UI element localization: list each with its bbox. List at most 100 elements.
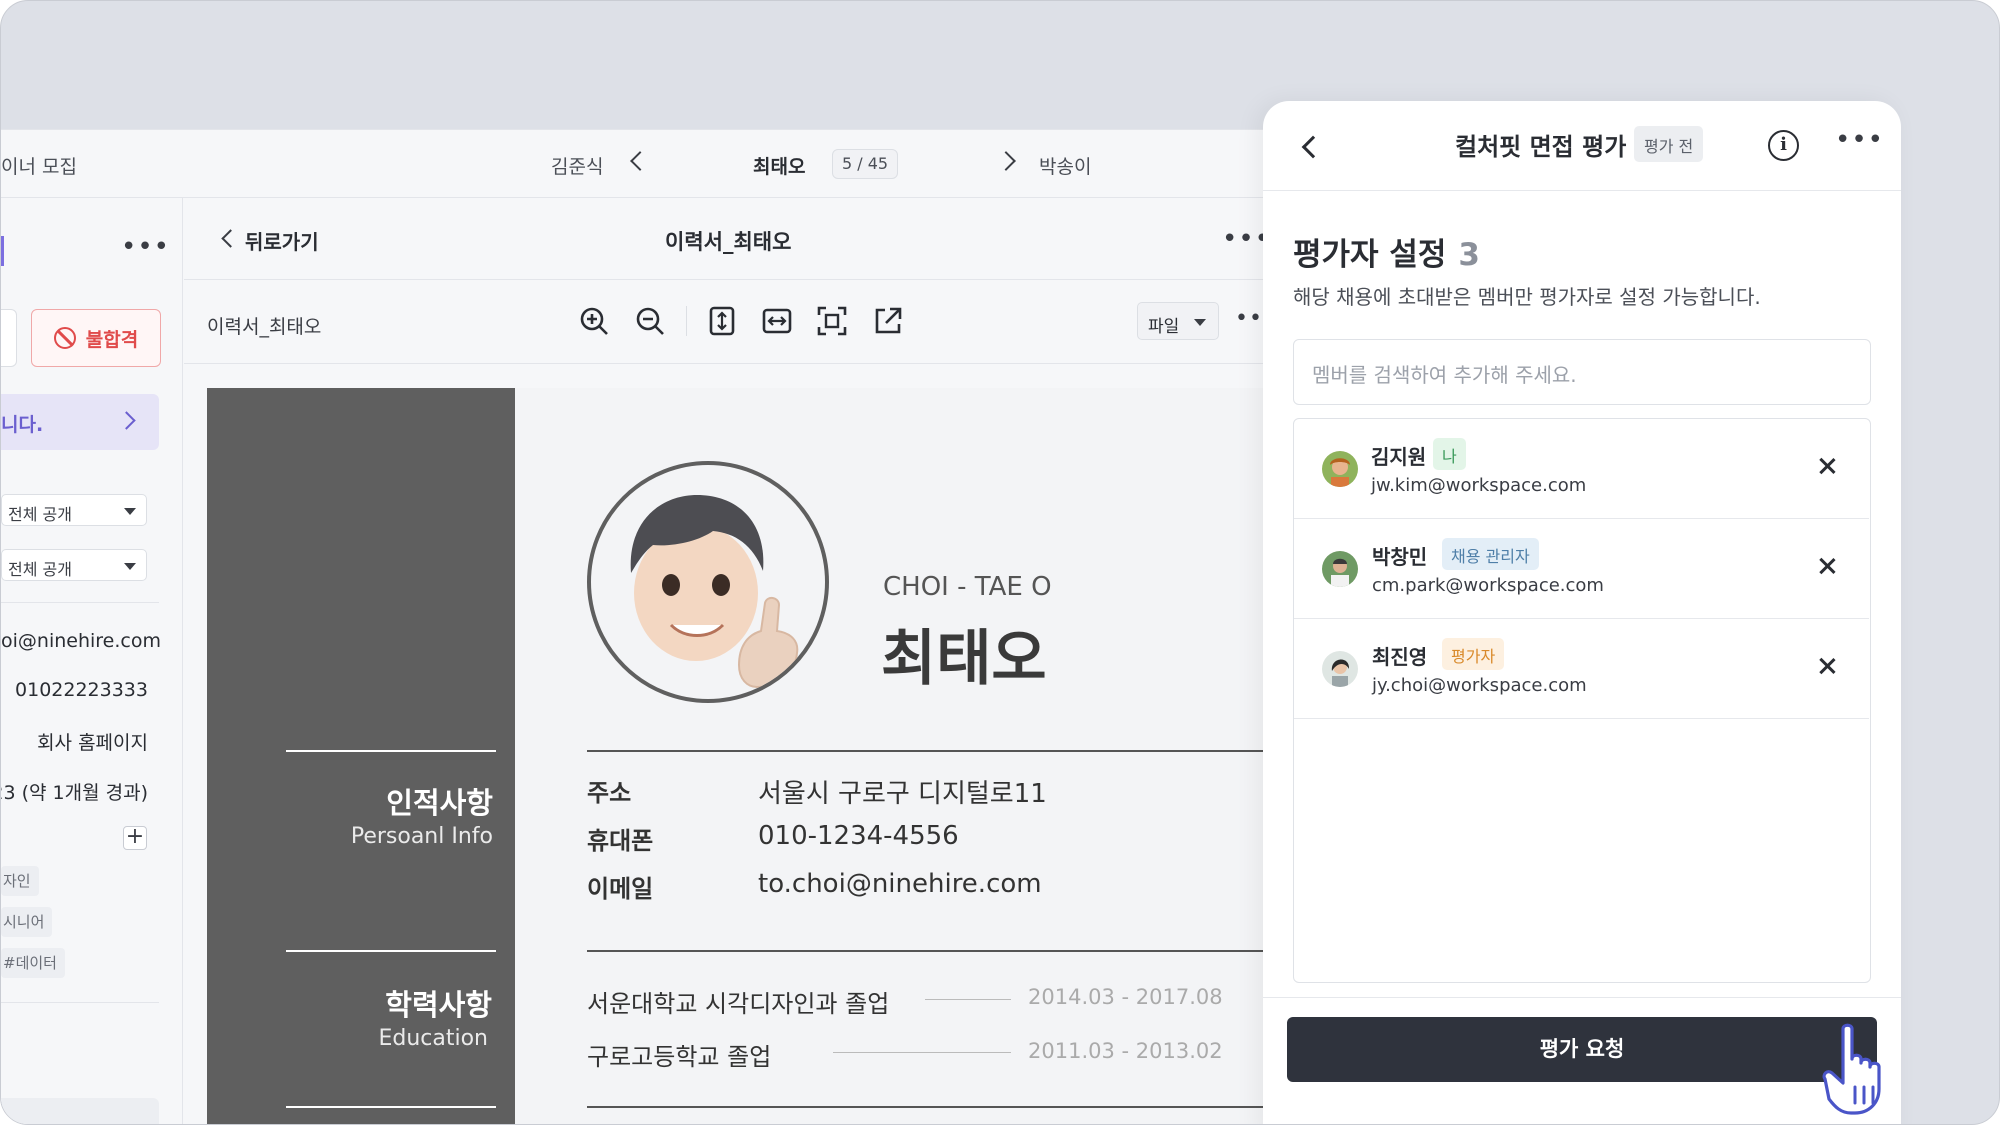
chevron-left-icon[interactable]: [221, 229, 240, 248]
visibility-select-2[interactable]: 전체 공개: [1, 549, 147, 581]
sidebar-footer: [1, 1098, 159, 1124]
applicant-app: 이너 모집 김준식 최태오 5 / 45 박송이 ••• 불합격 니다. 전체 …: [0, 129, 1276, 1124]
prev-applicant-name[interactable]: 김준식: [551, 152, 603, 179]
job-posting-title[interactable]: 이너 모집: [1, 152, 77, 179]
tag-chip[interactable]: 자인: [1, 866, 39, 896]
remove-member-button[interactable]: [1817, 656, 1837, 676]
chevron-left-icon[interactable]: [630, 151, 650, 171]
evaluation-panel: 컬처핏 면접 평가 평가 전 i ••• 평가자 설정 3 해당 채용에 초대받은…: [1263, 101, 1901, 1124]
member-name: 김지원: [1371, 445, 1427, 469]
homepage-link[interactable]: 회사 홈페이지: [37, 728, 148, 755]
tag-chip[interactable]: #데이터: [1, 948, 65, 978]
info-icon[interactable]: i: [1768, 130, 1799, 161]
more-icon[interactable]: •••: [1835, 127, 1884, 153]
back-icon[interactable]: [1301, 135, 1325, 159]
reject-label: 불합격: [85, 328, 139, 351]
divider: [587, 950, 1269, 952]
applied-date: 23 (약 1개월 경과): [0, 782, 148, 804]
request-evaluation-button[interactable]: 평가 요청: [1287, 1017, 1877, 1082]
name-korean: 최태오: [881, 624, 1047, 694]
memoji-avatar-icon: [630, 495, 799, 689]
section-description: 해당 채용에 초대받은 멤버만 평가자로 설정 가능합니다.: [1293, 285, 1761, 309]
document-title: 이력서_최태오: [665, 230, 792, 254]
divider: [1, 1002, 159, 1003]
education-period: 2014.03 - 2017.08: [1028, 985, 1223, 1009]
zoom-out-icon[interactable]: [633, 304, 667, 338]
active-indicator: [1, 236, 4, 266]
info-label-phone: 휴대폰: [587, 827, 654, 855]
fit-width-icon[interactable]: [760, 304, 794, 338]
visibility-select-1[interactable]: 전체 공개: [1, 494, 147, 526]
section-title: 평가자 설정 3: [1293, 229, 1480, 274]
education-school: 구로고등학교 졸업: [587, 1043, 772, 1071]
member-name: 최진영: [1372, 645, 1428, 669]
chevron-right-icon: [117, 411, 136, 430]
file-name: 이력서_최태오: [207, 316, 322, 338]
divider: [286, 750, 496, 752]
applicant-phone: 01022223333: [15, 679, 148, 701]
divider: [686, 306, 687, 336]
member-name: 박창민: [1372, 545, 1428, 569]
personal-section-subtitle: Persoanl Info: [350, 824, 493, 849]
profile-photo: [587, 461, 829, 703]
role-badge: 평가자: [1442, 638, 1505, 670]
member-search-input[interactable]: 멤버를 검색하여 추가해 주세요.: [1293, 339, 1871, 405]
notice-banner[interactable]: 니다.: [1, 394, 159, 450]
education-period: 2011.03 - 2013.02: [1028, 1039, 1223, 1063]
name-english: CHOI - TAE O: [883, 572, 1052, 602]
divider: [587, 750, 1269, 752]
info-value-address: 서울시 구로구 디지털로11: [758, 779, 1047, 809]
member-email: jw.kim@workspace.com: [1371, 475, 1587, 496]
fullscreen-icon[interactable]: [815, 304, 849, 338]
add-tag-button[interactable]: +: [123, 826, 147, 850]
applicant-email[interactable]: oi@ninehire.com: [1, 630, 161, 652]
education-school: 서운대학교 시각디자인과 졸업: [587, 990, 890, 1018]
list-item: 김지원 나 jw.kim@workspace.com: [1294, 419, 1869, 519]
resume-document: 인적사항 Persoanl Info 학력사항 Education CHOI -…: [207, 388, 1269, 1124]
panel-title: 컬처핏 면접 평가: [1455, 133, 1627, 161]
divider: [1, 602, 159, 603]
chevron-right-icon[interactable]: [996, 151, 1016, 171]
panel-header: 컬처핏 면접 평가 평가 전 i •••: [1263, 101, 1901, 191]
next-applicant-name[interactable]: 박송이: [1039, 152, 1091, 179]
evaluator-list: 김지원 나 jw.kim@workspace.com 박창민 채용 관리자 cm…: [1293, 418, 1871, 983]
remove-member-button[interactable]: [1817, 556, 1837, 576]
info-label-address: 주소: [587, 779, 632, 807]
stage-button[interactable]: [1, 309, 17, 367]
fit-height-icon[interactable]: [705, 304, 739, 338]
list-item: 최진영 평가자 jy.choi@workspace.com: [1294, 619, 1869, 719]
divider: [833, 1052, 1011, 1053]
member-email: cm.park@workspace.com: [1372, 575, 1604, 596]
back-button[interactable]: 뒤로가기: [245, 226, 319, 255]
resume-sidebar: 인적사항 Persoanl Info 학력사항 Education: [207, 388, 515, 1124]
open-external-icon[interactable]: [871, 304, 905, 338]
list-item: 박창민 채용 관리자 cm.park@workspace.com: [1294, 519, 1869, 619]
info-label-email: 이메일: [587, 875, 654, 903]
avatar: [1322, 451, 1358, 487]
more-icon[interactable]: •••: [121, 234, 170, 260]
member-email: jy.choi@workspace.com: [1372, 675, 1587, 696]
screen-frame: 이너 모집 김준식 최태오 5 / 45 박송이 ••• 불합격 니다. 전체 …: [0, 0, 2000, 1125]
role-badge: 나: [1433, 438, 1466, 470]
avatar: [1322, 551, 1358, 587]
reject-button[interactable]: 불합격: [31, 309, 161, 367]
info-value-phone: 010-1234-4556: [758, 821, 959, 851]
viewer-header: 뒤로가기 이력서_최태오 •••: [184, 198, 1270, 280]
divider: [587, 1106, 1269, 1108]
current-applicant-name: 최태오: [753, 156, 806, 178]
remove-member-button[interactable]: [1817, 456, 1837, 476]
avatar: [1322, 651, 1358, 687]
tag-chip[interactable]: 시니어: [1, 907, 53, 937]
file-dropdown[interactable]: 파일: [1137, 302, 1219, 340]
ban-icon: [53, 327, 76, 349]
section-title-text: 평가자 설정: [1293, 237, 1447, 273]
viewer-toolbar: 이력서_최태오 파일 •••: [184, 280, 1276, 364]
divider: [925, 999, 1011, 1000]
applicant-counter: 5 / 45: [832, 149, 899, 179]
role-badge: 채용 관리자: [1442, 538, 1539, 570]
divider: [286, 1106, 496, 1108]
personal-section-title: 인적사항: [386, 786, 493, 820]
status-badge: 평가 전: [1634, 126, 1704, 162]
zoom-in-icon[interactable]: [577, 304, 611, 338]
info-value-email: to.choi@ninehire.com: [758, 869, 1042, 899]
